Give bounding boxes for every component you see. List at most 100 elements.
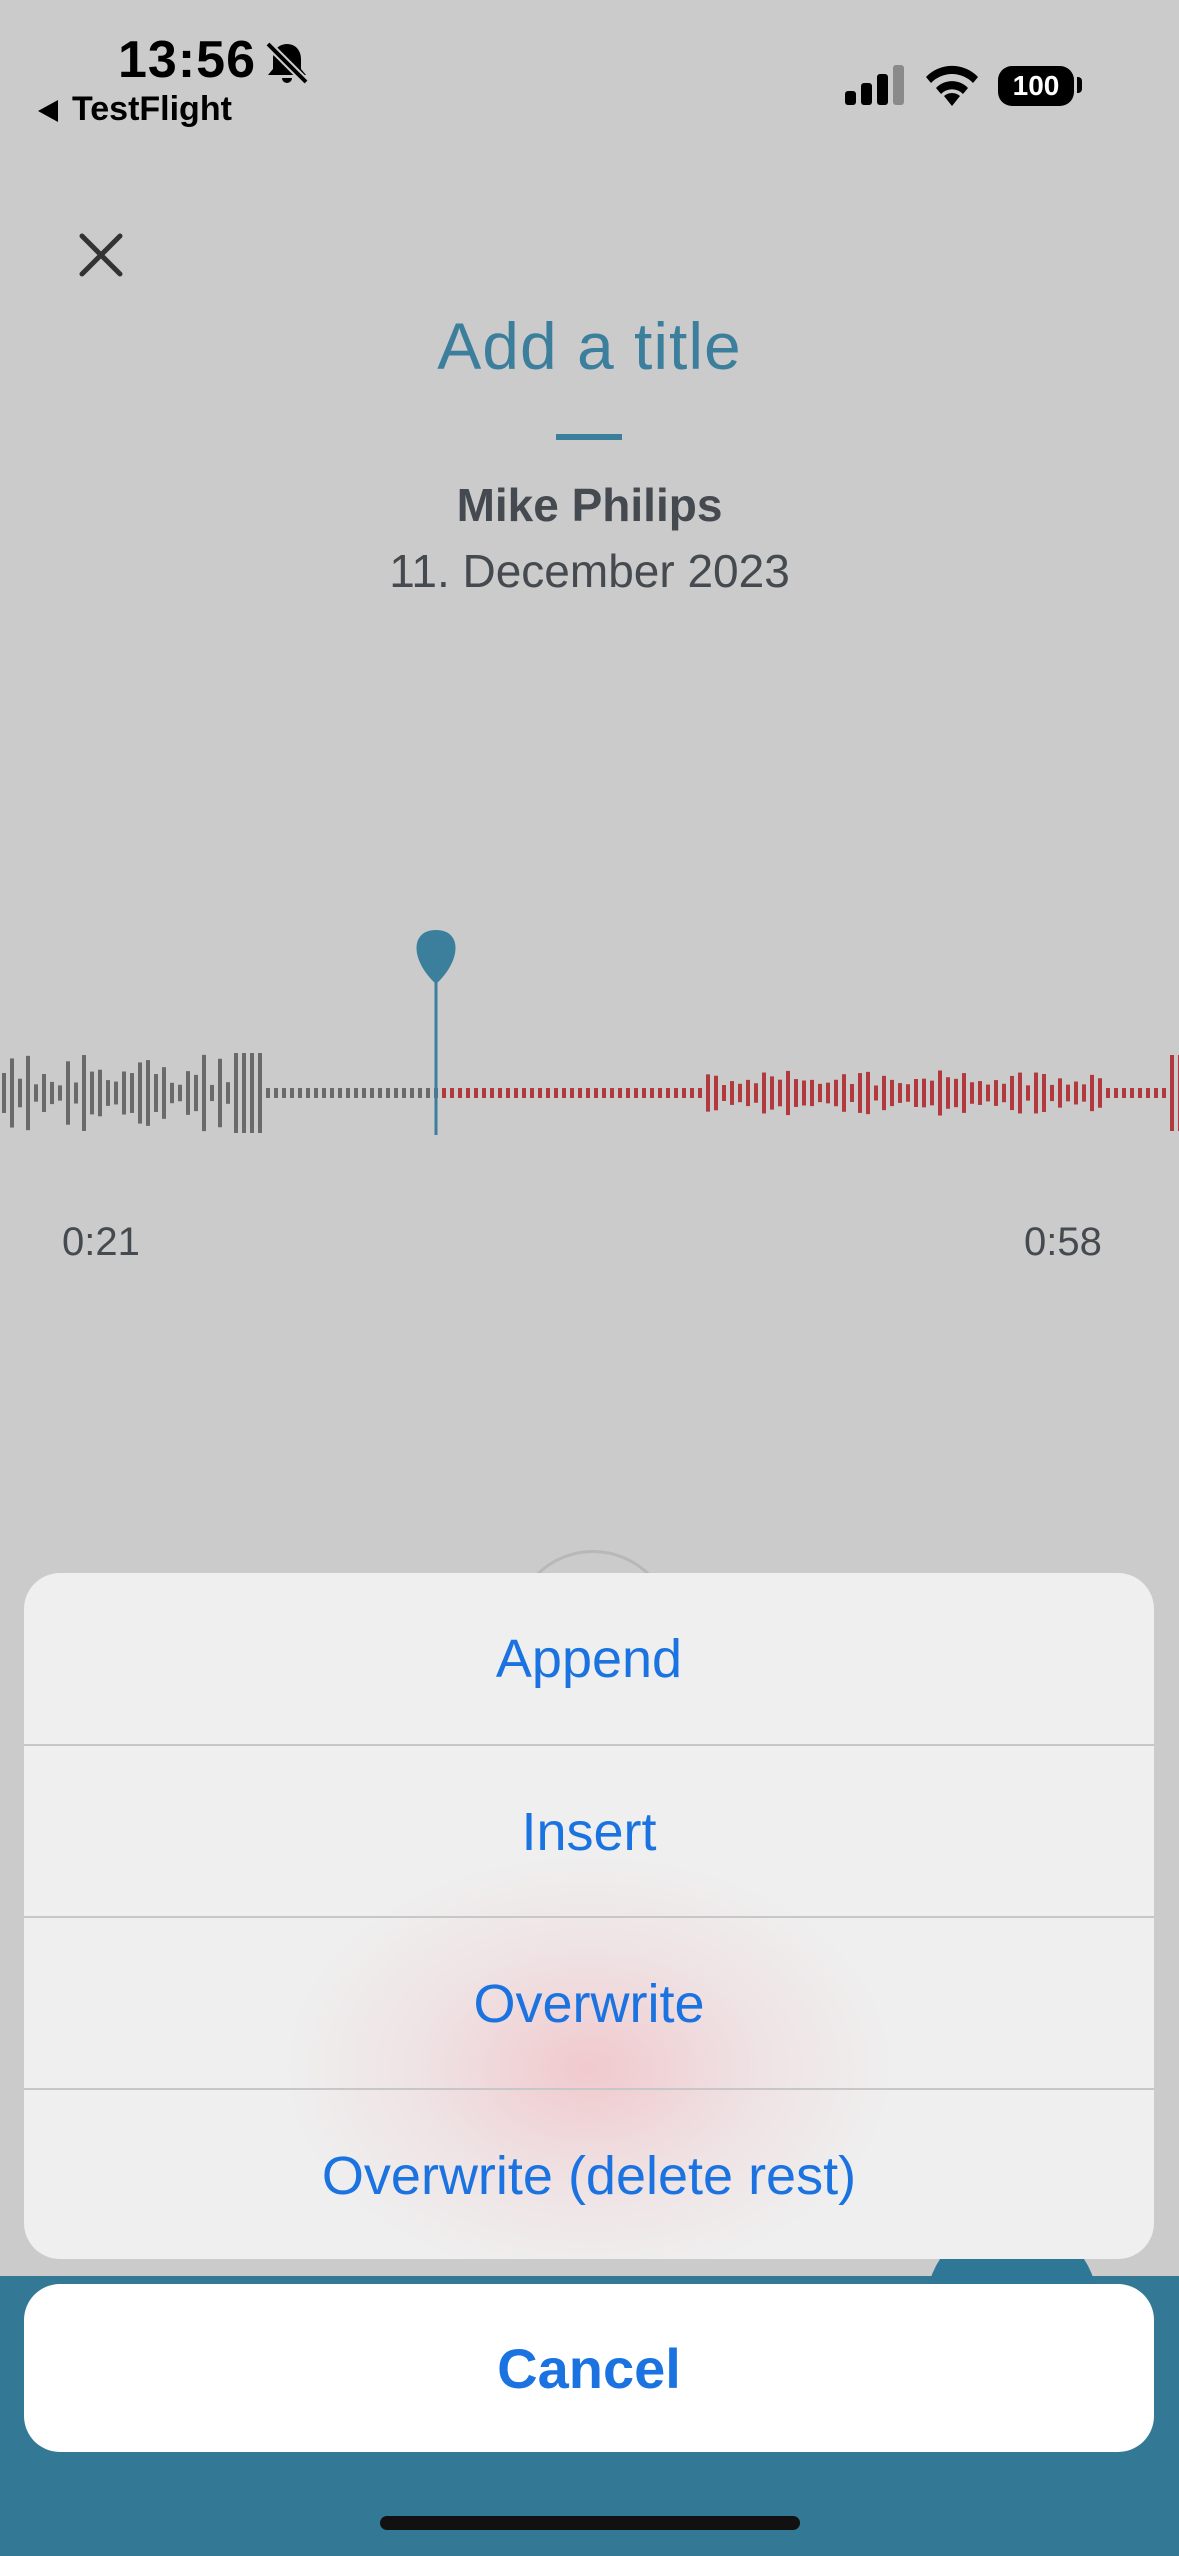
waveform-bar <box>890 1079 894 1107</box>
waveform-bar <box>690 1088 694 1098</box>
waveform-bar <box>338 1088 342 1098</box>
overwrite-option[interactable]: Overwrite <box>24 1918 1154 2089</box>
waveform-bar <box>234 1053 238 1133</box>
waveform-bar <box>642 1088 646 1098</box>
waveform-bar <box>378 1088 382 1098</box>
waveform-bar <box>778 1079 782 1107</box>
append-option[interactable]: Append <box>24 1573 1154 1744</box>
waveform-bar <box>394 1088 398 1098</box>
waveform-bar <box>938 1070 942 1116</box>
waveform-bar <box>978 1081 982 1105</box>
overwrite-delete-rest-option[interactable]: Overwrite (delete rest) <box>24 2090 1154 2259</box>
waveform-bar <box>626 1088 630 1098</box>
waveform[interactable] <box>0 920 1179 1140</box>
waveform-bar <box>162 1067 166 1119</box>
playhead-line[interactable] <box>434 960 438 1135</box>
waveform-bar <box>962 1073 966 1113</box>
waveform-bar <box>370 1088 374 1098</box>
waveform-bar <box>1138 1088 1142 1098</box>
waveform-bar <box>306 1088 310 1098</box>
waveform-bar <box>402 1088 406 1098</box>
waveform-bar <box>1034 1072 1038 1114</box>
waveform-bar <box>930 1080 934 1106</box>
waveform-bar <box>514 1088 518 1098</box>
waveform-bar <box>1114 1088 1118 1098</box>
waveform-bar <box>1042 1074 1046 1112</box>
waveform-bar <box>42 1073 46 1113</box>
waveform-bar <box>290 1088 294 1098</box>
waveform-bar <box>218 1058 222 1128</box>
close-icon[interactable] <box>78 232 124 278</box>
waveform-bar <box>546 1088 550 1098</box>
waveform-bar <box>466 1088 470 1098</box>
waveform-bar <box>1050 1084 1054 1102</box>
waveform-bar <box>346 1088 350 1098</box>
waveform-bar <box>362 1088 366 1098</box>
waveform-bar <box>1058 1078 1062 1108</box>
waveform-bar <box>82 1055 86 1131</box>
waveform-bar <box>186 1071 190 1115</box>
waveform-bar <box>322 1088 326 1098</box>
waveform-bar <box>1074 1081 1078 1105</box>
insert-option[interactable]: Insert <box>24 1746 1154 1917</box>
waveform-bar <box>490 1088 494 1098</box>
waveform-bar <box>10 1058 14 1128</box>
waveform-bar <box>714 1075 718 1111</box>
waveform-bar <box>258 1053 262 1133</box>
waveform-bar <box>1106 1088 1110 1098</box>
battery-nub <box>1077 77 1082 93</box>
cancel-button[interactable]: Cancel <box>24 2284 1154 2452</box>
waveform-bar <box>250 1053 254 1133</box>
waveform-bar <box>18 1078 22 1108</box>
title-underline <box>556 434 622 440</box>
waveform-bar <box>562 1088 566 1098</box>
waveform-bar <box>1018 1072 1022 1114</box>
waveform-bar <box>106 1080 110 1106</box>
playhead-handle[interactable] <box>416 930 456 984</box>
waveform-bar <box>354 1088 358 1098</box>
waveform-bar <box>746 1079 750 1107</box>
waveform-bar <box>850 1084 854 1102</box>
waveform-bar <box>1098 1078 1102 1108</box>
waveform-bar <box>618 1088 622 1098</box>
waveform-bar <box>114 1081 118 1105</box>
waveform-bar <box>674 1088 678 1098</box>
waveform-bar <box>298 1088 302 1098</box>
waveform-bar <box>314 1088 318 1098</box>
waveform-bar <box>418 1088 422 1098</box>
page-title[interactable]: Add a title <box>0 308 1179 384</box>
waveform-bar <box>138 1062 142 1124</box>
waveform-bar <box>506 1088 510 1098</box>
waveform-bar <box>482 1088 486 1098</box>
waveform-bar <box>194 1074 198 1112</box>
back-arrow-icon[interactable] <box>36 98 60 124</box>
waveform-bar <box>178 1084 182 1102</box>
waveform-bar <box>442 1088 446 1098</box>
status-time: 13:56 <box>118 31 256 89</box>
signal-icon <box>845 65 904 105</box>
waveform-bar <box>282 1088 286 1098</box>
waveform-bar <box>586 1088 590 1098</box>
waveform-bar <box>666 1088 670 1098</box>
waveform-bar <box>706 1074 710 1112</box>
waveform-bar <box>1010 1075 1014 1111</box>
bell-slash-icon <box>265 41 309 85</box>
waveform-bar <box>170 1082 174 1104</box>
wifi-icon <box>926 65 978 106</box>
waveform-bar <box>986 1084 990 1102</box>
waveform-bar <box>202 1054 206 1132</box>
waveform-bar <box>1146 1088 1150 1098</box>
waveform-bar <box>226 1082 230 1104</box>
screen: 13:56 TestFlight 100 Add a title Mike Ph… <box>0 0 1179 2556</box>
waveform-bar <box>634 1088 638 1098</box>
action-sheet: Append Insert Overwrite Overwrite (delet… <box>24 1573 1154 2259</box>
waveform-bar <box>1162 1088 1166 1098</box>
back-to-app-link[interactable]: TestFlight <box>72 90 232 129</box>
waveform-bar <box>658 1088 662 1098</box>
waveform-bar <box>34 1084 38 1102</box>
waveform-bar <box>834 1079 838 1107</box>
waveform-bar <box>994 1080 998 1106</box>
waveform-bar <box>922 1078 926 1108</box>
waveform-bar <box>66 1061 70 1125</box>
waveform-bar <box>90 1071 94 1115</box>
